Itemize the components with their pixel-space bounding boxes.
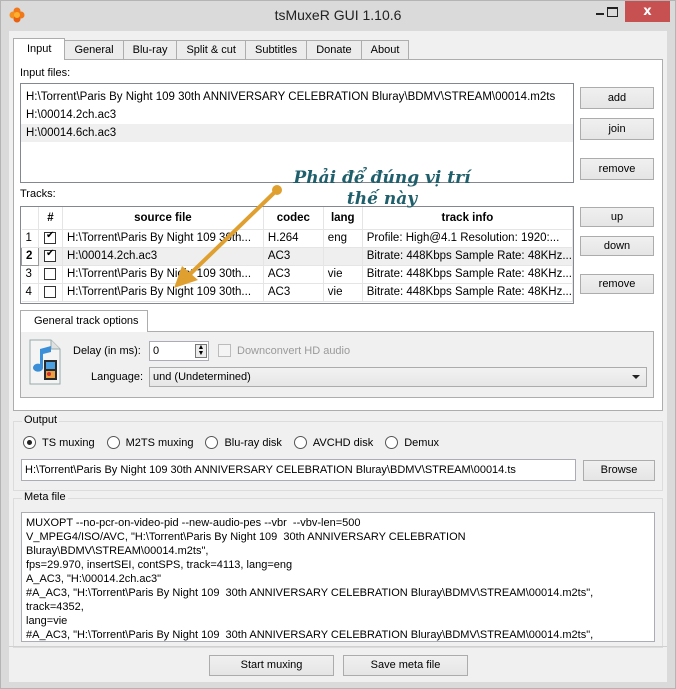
window-title: tsMuxeR GUI 1.10.6 (274, 7, 402, 23)
main-client-area: Input General Blu-ray Split & cut Subtit… (9, 31, 667, 682)
output-path-input[interactable]: H:\Torrent\Paris By Night 109 30th ANNIV… (21, 459, 576, 481)
column-header-codec[interactable]: codec (263, 207, 324, 230)
track-row[interactable]: 3 H:\Torrent\Paris By Night 109 30th... … (21, 265, 573, 284)
radio-ts-muxing[interactable]: TS muxing (23, 436, 95, 449)
start-muxing-button[interactable]: Start muxing (209, 655, 334, 676)
input-file-item[interactable]: H:\00014.2ch.ac3 (21, 106, 573, 124)
meta-file-textarea[interactable]: MUXOPT --no-pcr-on-video-pid --new-audio… (21, 512, 655, 642)
input-tab-panel: Input files: H:\Torrent\Paris By Night 1… (13, 59, 663, 411)
column-header-rownum (21, 207, 39, 230)
track-lang: eng (323, 229, 363, 248)
tracks-table[interactable]: # source file codec lang track info 1 H:… (20, 206, 574, 304)
save-meta-file-button[interactable]: Save meta file (343, 655, 468, 676)
input-file-item[interactable]: H:\Torrent\Paris By Night 109 30th ANNIV… (21, 88, 573, 106)
radio-label: M2TS muxing (125, 436, 194, 449)
title-bar: tsMuxeR GUI 1.10.6 x (1, 1, 675, 30)
column-header-source-file[interactable]: source file (62, 207, 264, 230)
radio-m2ts-muxing[interactable]: M2TS muxing (106, 436, 194, 449)
radio-avchd-disk[interactable]: AVCHD disk (293, 436, 374, 449)
close-button[interactable]: x (625, 1, 670, 22)
language-value: und (Undetermined) (153, 371, 251, 383)
track-info: Profile: High@4.1 Resolution: 1920:... (362, 229, 573, 248)
track-codec: AC3 (263, 265, 324, 284)
track-info: Bitrate: 448Kbps Sample Rate: 48KHz... (362, 265, 573, 284)
output-mode-radios: TS muxing M2TS muxing Blu-ray disk AVCHD… (23, 436, 451, 449)
radio-blu-ray-disk[interactable]: Blu-ray disk (205, 436, 282, 449)
column-header-number[interactable]: # (38, 207, 63, 230)
track-lang: vie (323, 265, 363, 284)
delay-value: 0 (153, 345, 160, 357)
track-codec: H.264 (263, 229, 324, 248)
column-header-lang[interactable]: lang (323, 207, 363, 230)
tracks-label: Tracks: (20, 188, 56, 200)
chevron-down-icon (632, 375, 640, 379)
divider (9, 646, 667, 647)
move-down-button[interactable]: down (580, 236, 654, 256)
annotation-text: Phải để đúng vị trí thế này (282, 168, 482, 210)
track-lang (323, 247, 363, 266)
tab-blu-ray[interactable]: Blu-ray (122, 40, 178, 60)
input-file-item[interactable]: H:\00014.6ch.ac3 (21, 124, 573, 142)
track-info: Bitrate: 448Kbps Sample Rate: 48KHz... (362, 283, 573, 302)
add-button[interactable]: add (580, 87, 654, 109)
row-number: 3 (21, 265, 39, 284)
general-track-options-tab[interactable]: General track options (20, 310, 148, 332)
language-label: Language: (91, 371, 143, 383)
track-enable-checkbox[interactable] (38, 283, 63, 302)
tab-about[interactable]: About (360, 40, 410, 60)
track-source-file: H:\Torrent\Paris By Night 109 30th... (62, 229, 264, 248)
radio-label: TS muxing (42, 436, 95, 449)
meta-file-group-title: Meta file (22, 491, 68, 503)
track-info: Bitrate: 448Kbps Sample Rate: 48KHz... (362, 247, 573, 266)
language-select[interactable]: und (Undetermined) (149, 367, 647, 387)
annotation-line-2: thế này (346, 189, 418, 209)
track-enable-checkbox[interactable] (38, 265, 63, 284)
downconvert-hd-audio-label: Downconvert HD audio (237, 345, 351, 357)
maximize-button[interactable] (599, 1, 625, 22)
annotation-line-1: Phải để đúng vị trí (293, 168, 471, 188)
tab-subtitles[interactable]: Subtitles (244, 40, 308, 60)
column-header-track-info[interactable]: track info (362, 207, 573, 230)
app-window: tsMuxeR GUI 1.10.6 x Input General Blu-r… (0, 0, 676, 689)
general-track-options-panel: Delay (in ms): 0 ▲ ▼ Downconvert HD audio… (20, 331, 654, 398)
track-enable-checkbox[interactable] (38, 229, 63, 248)
radio-label: AVCHD disk (312, 436, 374, 449)
output-group-title: Output (22, 414, 60, 426)
row-number: 2 (21, 246, 39, 266)
downconvert-hd-audio-checkbox[interactable] (218, 344, 231, 357)
track-row[interactable]: 1 H:\Torrent\Paris By Night 109 30th... … (21, 229, 573, 248)
track-source-file: H:\00014.2ch.ac3 (62, 247, 264, 266)
remove-track-button[interactable]: remove (580, 274, 654, 294)
track-source-file: H:\Torrent\Paris By Night 109 30th... (62, 265, 264, 284)
tab-split-cut[interactable]: Split & cut (176, 40, 246, 60)
radio-label: Demux (404, 436, 440, 449)
track-row-selected[interactable]: 2 H:\00014.2ch.ac3 AC3 Bitrate: 448Kbps … (21, 246, 573, 266)
track-enable-checkbox[interactable] (38, 247, 63, 266)
radio-demux[interactable]: Demux (385, 436, 439, 449)
remove-file-button[interactable]: remove (580, 158, 654, 180)
tab-input[interactable]: Input (13, 38, 66, 60)
radio-label: Blu-ray disk (224, 436, 282, 449)
tracks-header-row: # source file codec lang track info (21, 207, 573, 230)
delay-spinbox[interactable]: 0 ▲ ▼ (149, 341, 209, 361)
track-source-file: H:\Torrent\Paris By Night 109 30th... (62, 283, 264, 302)
tab-donate[interactable]: Donate (306, 40, 362, 60)
row-number: 1 (21, 229, 39, 248)
track-codec: AC3 (263, 247, 324, 266)
input-files-label: Input files: (20, 67, 71, 79)
row-number: 4 (21, 283, 39, 302)
media-file-icon (29, 339, 61, 385)
track-lang: vie (323, 283, 363, 302)
arrow-tail-dot (272, 185, 282, 195)
close-icon: x (643, 4, 652, 19)
tab-bar: Input General Blu-ray Split & cut Subtit… (13, 38, 410, 60)
spin-up-down-icon[interactable]: ▲ ▼ (195, 344, 207, 358)
tab-general[interactable]: General (64, 40, 124, 60)
delay-label: Delay (in ms): (73, 345, 141, 357)
track-row[interactable]: 4 H:\Torrent\Paris By Night 109 30th... … (21, 283, 573, 302)
join-button[interactable]: join (580, 118, 654, 140)
move-up-button[interactable]: up (580, 207, 654, 227)
browse-button[interactable]: Browse (583, 460, 655, 481)
track-codec: AC3 (263, 283, 324, 302)
